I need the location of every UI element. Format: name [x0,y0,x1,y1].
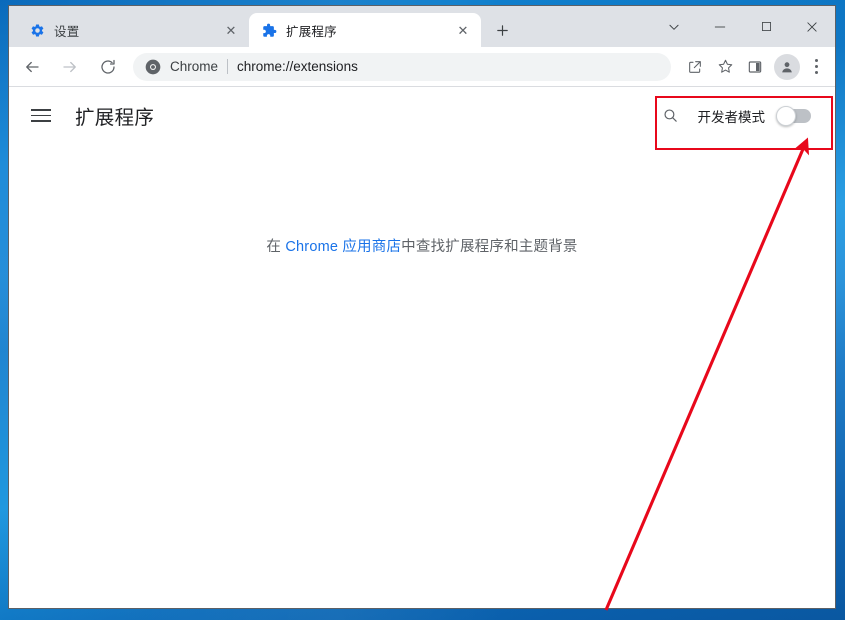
back-button[interactable] [17,52,47,82]
toggle-knob [776,105,796,126]
desktop-background: 设置 ✕ 扩展程序 ✕ Chrome chrome://extensions 扩… [0,0,845,620]
minimize-icon [714,26,726,27]
extensions-page: 扩展程序 开发者模式 在 Chrome 应用商店中查找扩展程序和主题背景 [9,87,835,608]
side-panel-icon [748,60,762,73]
menu-dot [814,59,818,62]
hamburger-bar [31,114,51,117]
extension-puzzle-icon [261,22,277,38]
empty-state-suffix: 中查找扩展程序和主题背景 [401,239,578,255]
close-button[interactable] [789,6,835,47]
chevron-down-icon [669,24,679,30]
tab-extensions[interactable]: 扩展程序 ✕ [249,13,481,47]
window-controls [651,6,835,47]
extensions-header-controls: 开发者模式 [658,98,811,134]
share-button[interactable] [681,53,709,81]
omnibox-scheme-label: Chrome [170,59,219,74]
hamburger-bar [31,109,51,111]
forward-arrow-icon [63,61,76,72]
developer-mode-label: 开发者模式 [697,109,766,125]
share-icon [689,60,701,73]
hamburger-menu-icon[interactable] [31,103,57,129]
back-arrow-icon [26,61,39,72]
tab-settings[interactable]: 设置 ✕ [17,13,249,47]
new-tab-button[interactable] [488,16,516,44]
tab-close-button[interactable]: ✕ [453,20,473,40]
extensions-page-header: 扩展程序 开发者模式 [9,87,835,144]
developer-mode-toggle[interactable] [776,105,811,126]
chrome-web-store-link[interactable]: Chrome 应用商店 [285,239,401,255]
empty-state-prefix: 在 [266,239,286,255]
tab-title: 扩展程序 [286,24,337,39]
star-icon [718,59,732,73]
empty-state-message: 在 Chrome 应用商店中查找扩展程序和主题背景 [9,235,835,256]
minimize-button[interactable] [697,6,743,47]
reload-icon [101,59,115,74]
page-title: 扩展程序 [75,107,155,129]
side-panel-button[interactable] [741,53,769,81]
forward-button[interactable] [55,52,85,82]
settings-gear-icon [29,22,45,38]
profile-avatar[interactable] [774,53,800,80]
search-icon[interactable] [658,103,684,129]
address-bar[interactable]: Chrome chrome://extensions [133,52,671,81]
tab-search-button[interactable] [651,6,697,47]
maximize-icon [761,22,771,31]
hamburger-bar [31,120,51,122]
close-icon [807,21,817,32]
tab-strip: 设置 ✕ 扩展程序 ✕ [9,6,835,47]
menu-dot [814,65,818,68]
chrome-browser-window: 设置 ✕ 扩展程序 ✕ Chrome chrome://extensions 扩… [8,5,836,609]
plus-icon [496,24,508,36]
tab-close-button[interactable]: ✕ [221,20,241,40]
maximize-button[interactable] [743,6,789,47]
profile-avatar-icon [782,61,792,72]
chrome-logo-icon [145,59,161,75]
menu-dot [814,71,818,74]
browser-toolbar: Chrome chrome://extensions [9,47,835,87]
bookmark-button[interactable] [711,53,739,81]
tab-title: 设置 [54,24,80,39]
three-dot-menu-button[interactable] [803,53,829,81]
omnibox-url-text: chrome://extensions [237,59,358,74]
omnibox-divider [227,59,229,74]
reload-button[interactable] [93,52,123,82]
